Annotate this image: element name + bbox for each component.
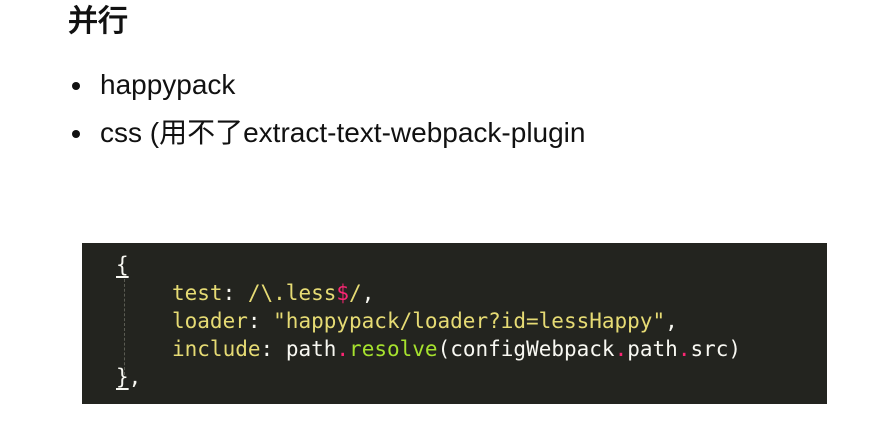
code-colon: :	[247, 309, 274, 333]
close-brace: }	[116, 365, 129, 389]
code-dot: .	[614, 337, 628, 361]
code-line-test: test: /\.less$/,	[172, 279, 374, 307]
bullet-dot-icon	[72, 130, 80, 138]
code-comma: ,	[361, 281, 375, 305]
code-args-start: (configWebpack	[437, 337, 615, 361]
code-regex-end: /	[349, 281, 362, 305]
code-colon: :	[222, 281, 248, 305]
slide-title: 并行	[68, 5, 128, 38]
code-line-loader: loader: "happypack/loader?id=lessHappy",	[172, 307, 678, 335]
bullet-dot-icon	[72, 82, 80, 90]
code-dot: .	[336, 337, 350, 361]
code-args-end: src)	[690, 337, 742, 361]
code-method-resolve: resolve	[349, 337, 438, 361]
code-key-test: test	[172, 281, 223, 305]
bullet-text: css (用不了extract-text-webpack-plugin	[100, 117, 586, 148]
code-dot: .	[677, 337, 691, 361]
bullet-list: happypack css (用不了extract-text-webpack-p…	[70, 68, 585, 164]
code-block: { test: /\.less$/, loader: "happypack/lo…	[82, 243, 827, 404]
indent-guide	[124, 279, 125, 375]
open-brace: {	[116, 253, 129, 277]
code-key-include: include	[172, 337, 261, 361]
code-obj-path: path	[285, 337, 337, 361]
code-comma: ,	[128, 365, 142, 389]
code-line-open: {	[116, 251, 129, 279]
bullet-item-happypack: happypack	[70, 68, 585, 102]
bullet-item-css: css (用不了extract-text-webpack-plugin	[70, 116, 585, 150]
code-prop-path: path	[627, 337, 678, 361]
code-regex-dollar: $	[336, 281, 350, 305]
code-key-loader: loader	[172, 309, 248, 333]
code-comma: ,	[665, 309, 678, 333]
code-line-close: },	[116, 363, 141, 391]
code-string-loader: "happypack/loader?id=lessHappy"	[273, 309, 666, 333]
code-regex-start: /\.less	[247, 281, 337, 305]
code-line-include: include: path.resolve(configWebpack.path…	[172, 335, 741, 363]
bullet-text: happypack	[100, 69, 236, 100]
code-colon: :	[260, 337, 286, 361]
